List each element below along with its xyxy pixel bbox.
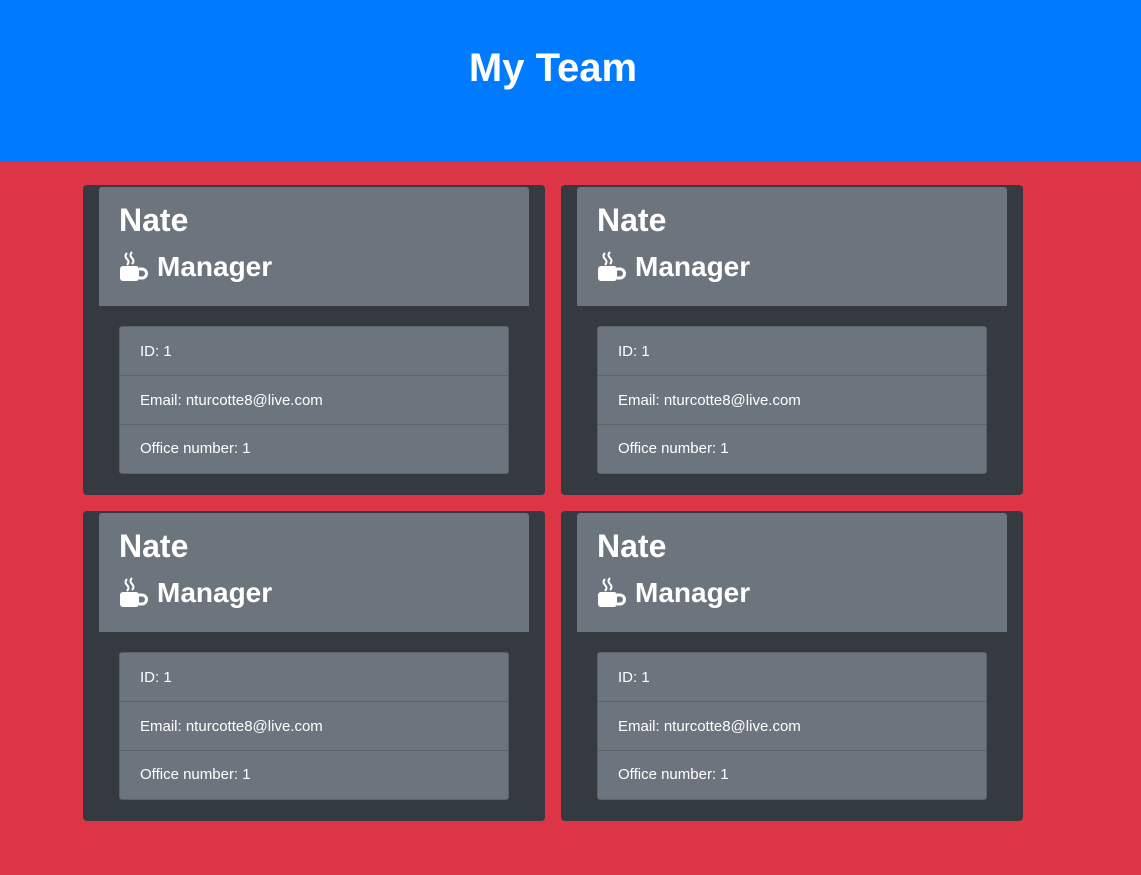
employee-name: Nate	[119, 528, 189, 564]
employee-role-label: Manager	[635, 251, 751, 282]
page-title: My Team	[468, 46, 638, 90]
coffee-mug-icon	[598, 577, 626, 607]
employee-card: Nate Manager ID: 1 Email: nturcotte8@liv…	[83, 185, 545, 495]
employee-office-number: Office number: 1	[140, 766, 251, 783]
employee-role-label: Manager	[157, 577, 273, 608]
employee-id: ID: 1	[120, 653, 508, 702]
employee-name: Nate	[597, 528, 667, 564]
employee-email: Email: nturcotte8@live.com	[120, 702, 508, 751]
card-header: Nate Manager	[577, 187, 1007, 306]
employee-card: Nate Manager ID: 1 Email: nturcotte8@liv…	[561, 511, 1023, 821]
employee-name: Nate	[119, 202, 189, 238]
employee-office-number: Office number: 1	[618, 440, 729, 457]
employee-email: Email: nturcotte8@live.com	[598, 376, 986, 425]
employee-details: ID: 1 Email: nturcotte8@live.com Office …	[597, 652, 987, 800]
employee-name: Nate	[597, 202, 667, 238]
employee-id: ID: 1	[598, 653, 986, 702]
employee-role-label: Manager	[157, 251, 273, 282]
card-header: Nate Manager	[577, 513, 1007, 632]
card-header: Nate Manager	[99, 513, 529, 632]
employee-details: ID: 1 Email: nturcotte8@live.com Office …	[597, 326, 987, 474]
card-header: Nate Manager	[99, 187, 529, 306]
employee-role: Manager	[597, 575, 750, 611]
coffee-mug-icon	[598, 251, 626, 281]
employee-id: ID: 1	[120, 327, 508, 376]
employee-details: ID: 1 Email: nturcotte8@live.com Office …	[119, 326, 509, 474]
page-header: My Team	[0, 0, 1141, 161]
employee-email: Email: nturcotte8@live.com	[598, 702, 986, 751]
employee-role-label: Manager	[635, 577, 751, 608]
employee-card: Nate Manager ID: 1 Email: nturcotte8@liv…	[83, 511, 545, 821]
employee-details: ID: 1 Email: nturcotte8@live.com Office …	[119, 652, 509, 800]
employee-role: Manager	[119, 575, 272, 611]
coffee-mug-icon	[120, 577, 148, 607]
employee-id: ID: 1	[598, 327, 986, 376]
employee-role: Manager	[119, 249, 272, 285]
employee-office-number: Office number: 1	[618, 766, 729, 783]
employee-role: Manager	[597, 249, 750, 285]
employee-email: Email: nturcotte8@live.com	[120, 376, 508, 425]
employee-card: Nate Manager ID: 1 Email: nturcotte8@liv…	[561, 185, 1023, 495]
coffee-mug-icon	[120, 251, 148, 281]
employee-office-number: Office number: 1	[140, 440, 251, 457]
